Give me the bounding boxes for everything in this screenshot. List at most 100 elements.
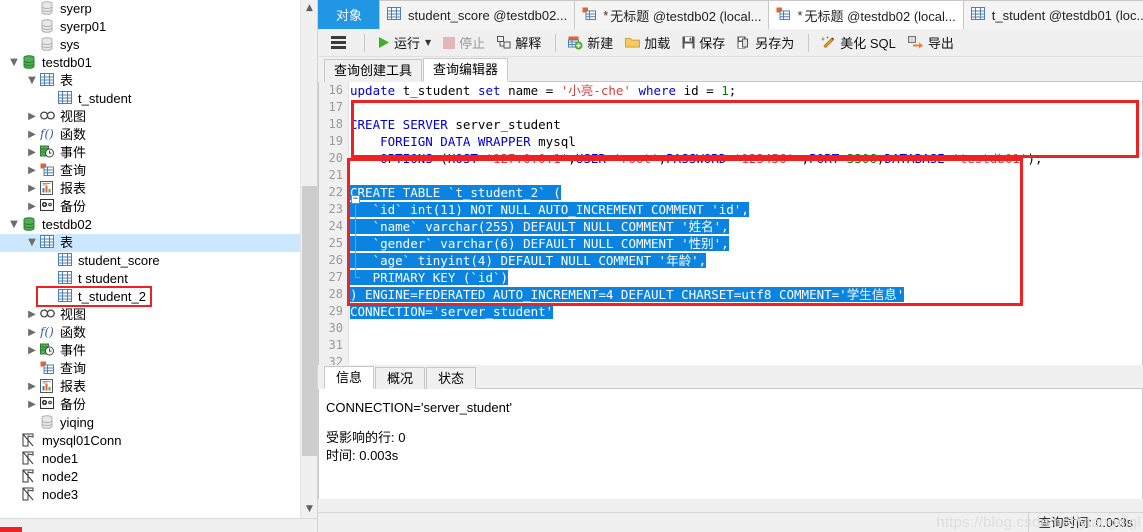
tree-item-yiqing[interactable]: yiqing xyxy=(0,414,317,432)
tab-query-builder[interactable]: 查询创建工具 xyxy=(324,59,423,82)
code-line-row[interactable] xyxy=(350,337,1142,354)
document-tab-2[interactable]: * 无标题 @testdb02 (local... xyxy=(768,0,964,29)
code-line-row[interactable]: CONNECTION='server_student' xyxy=(350,303,1142,320)
save-button[interactable]: 保存 xyxy=(677,31,730,55)
code-line-row[interactable]: `id` int(11) NOT NULL AUTO_INCREMENT COM… xyxy=(350,201,1142,218)
chevron-right-icon[interactable]: ▶ xyxy=(24,108,40,126)
code-line-row[interactable]: PRIMARY KEY (`id`) xyxy=(350,269,1142,286)
tree-item-syerp01[interactable]: syerp01 xyxy=(0,18,317,36)
tree-item-tstudent[interactable]: t student xyxy=(0,270,317,288)
tree-item-[interactable]: ▼ 表 xyxy=(0,234,317,252)
table-icon xyxy=(387,7,404,23)
tree-item-testdb02[interactable]: ▼ testdb02 xyxy=(0,216,317,234)
code-token: FOREIGN DATA WRAPPER xyxy=(350,134,539,149)
tree-item-[interactable]: ▶ 视图 xyxy=(0,306,317,324)
code-line-row[interactable] xyxy=(350,320,1142,337)
explain-button[interactable]: 解释 xyxy=(492,31,546,55)
result-tab-2[interactable]: 状态 xyxy=(426,367,477,389)
tree-item-[interactable]: ▶ 事件 xyxy=(0,144,317,162)
result-tabstrip[interactable]: 信息 概况 状态 xyxy=(318,365,1143,389)
tree-item-syerp[interactable]: syerp xyxy=(0,0,317,18)
code-line-row[interactable]: `age` tinyint(4) DEFAULT NULL COMMENT '年… xyxy=(350,252,1142,269)
code-line-row[interactable]: FOREIGN DATA WRAPPER mysql xyxy=(350,133,1142,150)
new-button[interactable]: 新建 xyxy=(563,31,618,55)
code-line-row[interactable]: update t_student set name = '小亮-che' whe… xyxy=(350,82,1142,99)
scroll-down-arrow-icon[interactable]: ▼ xyxy=(301,501,317,518)
code-line-row[interactable]: CREATE SERVER server_student xyxy=(350,116,1142,133)
chevron-right-icon[interactable]: ▶ xyxy=(24,306,40,324)
tree-item-[interactable]: 查询 xyxy=(0,360,317,378)
chevron-down-icon[interactable]: ▼ xyxy=(24,72,40,90)
chevron-right-icon[interactable]: ▶ xyxy=(24,342,40,360)
tree-item-node2[interactable]: node2 xyxy=(0,468,317,486)
chevron-right-icon[interactable]: ▶ xyxy=(24,198,40,216)
chevron-right-icon[interactable]: ▶ xyxy=(24,396,40,414)
tree-item-testdb01[interactable]: ▼ testdb01 xyxy=(0,54,317,72)
tree-item-sys[interactable]: sys xyxy=(0,36,317,54)
result-tab-1[interactable]: 概况 xyxy=(375,367,426,389)
tree-item-[interactable]: ▶ 视图 xyxy=(0,108,317,126)
result-tab-0[interactable]: 信息 xyxy=(324,366,375,389)
code-line-row[interactable] xyxy=(350,354,1142,365)
tree-item-t_student_2[interactable]: t_student_2 xyxy=(0,286,317,307)
chevron-right-icon[interactable]: ▶ xyxy=(24,180,40,198)
code-text-area[interactable]: update t_student set name = '小亮-che' whe… xyxy=(350,82,1142,365)
tree-item-[interactable]: ▶ f() 函数 xyxy=(0,126,317,144)
database-tree[interactable]: syerp syerp01 sys ▼ testdb01 ▼ 表 t_student ▶ 视图 ▶ f… xyxy=(0,0,317,504)
stop-button[interactable]: 停止 xyxy=(438,31,490,55)
tree-item-[interactable]: ▶ 报表 xyxy=(0,180,317,198)
tree-item-student_score[interactable]: student_score xyxy=(0,252,317,270)
beautify-sql-button[interactable]: 美化 SQL xyxy=(816,31,901,55)
code-line-row[interactable] xyxy=(350,99,1142,116)
tree-item-[interactable]: ▶ 备份 xyxy=(0,198,317,216)
code-line-row[interactable] xyxy=(350,167,1142,184)
code-line-text: `gender` varchar(6) DEFAULT NULL COMMENT… xyxy=(350,236,729,251)
tree-item-[interactable]: ▶ 查询 xyxy=(0,162,317,180)
load-button[interactable]: 加载 xyxy=(620,31,675,55)
tab-object[interactable]: 对象 xyxy=(318,0,381,29)
line-number: 29 xyxy=(328,304,343,318)
line-number: 18 xyxy=(328,117,343,131)
tab-query-editor[interactable]: 查询编辑器 xyxy=(423,58,509,82)
code-line-row[interactable]: CREATE TABLE `t_student_2` ( xyxy=(350,184,1142,201)
document-tab-3[interactable]: t_student @testdb01 (loc... xyxy=(962,0,1143,29)
chevron-down-icon[interactable]: ▼ xyxy=(6,216,22,234)
chevron-right-icon[interactable]: ▶ xyxy=(24,144,40,162)
save-as-button[interactable]: 另存为 xyxy=(732,31,799,55)
run-button[interactable]: 运行 ▼ xyxy=(372,31,436,55)
tree-item-mysql01Conn[interactable]: mysql01Conn xyxy=(0,432,317,450)
code-line-row[interactable]: ) ENGINE=FEDERATED AUTO_INCREMENT=4 DEFA… xyxy=(350,286,1142,303)
sql-code-editor[interactable]: 16 17 18 19 20 21 22 23 24 25 26 27 28 29 30 31 32 updat… xyxy=(318,82,1143,365)
tree-item-[interactable]: ▶ 备份 xyxy=(0,396,317,414)
code-line-row[interactable]: `name` varchar(255) DEFAULT NULL COMMENT… xyxy=(350,218,1142,235)
document-tab-1[interactable]: * 无标题 @testdb02 (local... xyxy=(574,0,770,29)
chevron-right-icon[interactable]: ▶ xyxy=(24,162,40,180)
tree-item-[interactable]: ▼ 表 xyxy=(0,72,317,90)
tree-item-[interactable]: ▶ f() 函数 xyxy=(0,324,317,342)
chevron-down-icon[interactable]: ▼ xyxy=(6,54,22,72)
tree-item-node3[interactable]: node3 xyxy=(0,486,317,504)
fold-collapse-icon[interactable]: − xyxy=(351,195,360,204)
code-line-text: PRIMARY KEY (`id`) xyxy=(350,270,509,285)
menu-button[interactable] xyxy=(326,31,355,55)
chevron-right-icon[interactable]: ▶ xyxy=(24,324,40,342)
scroll-up-arrow-icon[interactable]: ▲ xyxy=(301,0,317,17)
sidebar-scrollbar[interactable]: ▲ ▼ xyxy=(300,0,317,518)
editor-tabstrip[interactable]: 查询创建工具 查询编辑器 xyxy=(318,57,1143,82)
export-button[interactable]: 导出 xyxy=(903,31,959,55)
chevron-right-icon[interactable]: ▶ xyxy=(24,126,40,144)
tree-item-t_student[interactable]: t_student xyxy=(0,90,317,108)
code-token: '123456' xyxy=(733,151,795,166)
query-toolbar[interactable]: 运行 ▼ 停止 解释 新建 加载 保存 另存为 美化 SQL 导出 xyxy=(318,29,1143,57)
tree-item-[interactable]: ▶ 报表 xyxy=(0,378,317,396)
chevron-right-icon[interactable]: ▶ xyxy=(24,378,40,396)
document-tab-0[interactable]: student_score @testdb02... xyxy=(379,0,576,29)
sidebar-scroll-thumb[interactable] xyxy=(302,186,317,456)
code-line-row[interactable]: OPTIONS (HOST '127.0.0.1',USER 'root',PA… xyxy=(350,150,1142,167)
code-line-row[interactable]: `gender` varchar(6) DEFAULT NULL COMMENT… xyxy=(350,235,1142,252)
tree-item-[interactable]: ▶ 事件 xyxy=(0,342,317,360)
chevron-down-icon[interactable]: ▼ xyxy=(24,234,40,252)
chevron-down-icon[interactable]: ▼ xyxy=(425,38,431,47)
tree-item-node1[interactable]: node1 xyxy=(0,450,317,468)
document-tabstrip[interactable]: 对象 student_score @testdb02... * 无标题 @testd… xyxy=(318,0,1143,29)
